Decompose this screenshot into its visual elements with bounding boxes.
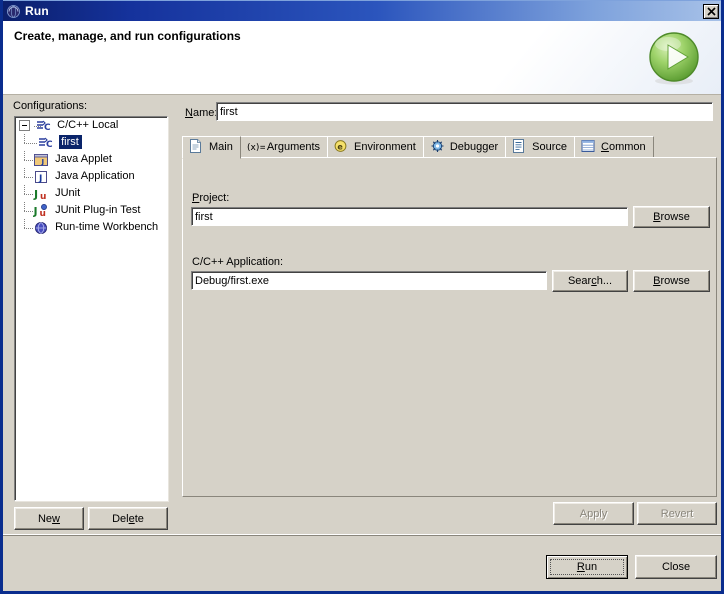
application-input[interactable] [191,271,547,290]
tree-item-label: Java Applet [55,153,112,165]
tab-common[interactable]: Common [574,136,654,158]
junit-icon: J u [33,186,49,202]
tree-item-junit[interactable]: J u JUnit [15,185,167,202]
configurations-label: Configurations: [13,100,88,112]
title-bar: Run [3,0,721,21]
tree-item-cpp-local[interactable]: C C/C++ Local [15,117,167,134]
tab-label: Source [532,141,567,153]
common-table-icon [581,139,597,153]
main-tab-panel: Project: Browse C/C++ Application: Searc… [182,157,717,497]
tree-expander-icon[interactable] [19,120,30,131]
tab-debugger[interactable]: Debugger [422,136,507,158]
svg-text:e: e [337,143,343,152]
run-configurations-dialog: Run Create, manage, and run configuratio… [0,0,724,594]
svg-text:J: J [33,205,38,218]
svg-text:(x)=: (x)= [247,143,265,153]
java-applet-icon: J [33,152,49,168]
application-label: C/C++ Application: [192,256,284,268]
tree-item-java-application[interactable]: J Java Application [15,168,167,185]
cpp-config-icon: C [35,118,51,134]
tree-item-java-applet[interactable]: J Java Applet [15,151,167,168]
svg-text:u: u [40,209,46,219]
dialog-banner: Create, manage, and run configurations [3,21,721,95]
project-browse-button[interactable]: Browse [633,206,710,228]
tab-label: Debugger [449,141,499,153]
tree-item-label: JUnit Plug-in Test [55,204,141,216]
tab-label: Arguments [266,141,321,153]
run-button[interactable]: Run [546,555,628,579]
tab-environment[interactable]: e Environment [327,136,424,158]
environment-circle-icon: e [334,139,350,153]
application-search-button[interactable]: Search... [552,270,628,292]
page-title: Create, manage, and run configurations [14,29,241,43]
document-icon [189,139,205,153]
junit-plugin-icon: J u [33,203,49,219]
tab-label: Common [601,141,646,153]
window-title: Run [25,4,49,18]
svg-text:C: C [46,140,53,150]
tab-source[interactable]: Source [505,136,575,158]
source-list-icon [512,139,528,153]
tab-label: Environment [354,141,416,153]
delete-button[interactable]: Delete [88,507,168,530]
eclipse-run-icon [7,5,20,18]
tree-item-label: C/C++ Local [57,119,119,131]
close-button[interactable]: Close [635,555,717,579]
tree-item-label: JUnit [55,187,81,199]
tab-strip: Main (x)= Arguments e Environment Debugg… [182,136,717,159]
project-input[interactable] [191,207,628,226]
name-label: Name: [185,107,218,119]
close-icon[interactable] [703,4,719,19]
dialog-footer: Run Close [3,534,721,588]
bug-debugger-icon [430,139,446,153]
tree-item-label: Run-time Workbench [55,221,159,233]
name-input[interactable] [216,102,713,121]
tab-label: Main [209,141,233,153]
cpp-config-icon: C [37,135,53,151]
tree-item-label: Java Application [55,170,135,182]
tree-item-junit-plugin-test[interactable]: J u JUnit Plug-in Test [15,202,167,219]
tree-item-label: first [59,135,82,149]
java-application-icon: J [33,169,49,185]
focus-ring [550,559,624,575]
svg-text:J: J [38,174,42,184]
dialog-body: Configurations: C C/C++ Local C first J … [3,96,721,534]
tab-main[interactable]: Main [182,136,241,159]
project-label: Project: [192,192,230,204]
new-button[interactable]: New [14,507,84,530]
apply-button[interactable]: Apply [553,502,634,525]
svg-text:J: J [33,188,38,201]
configurations-tree[interactable]: C C/C++ Local C first J Java Applet J Ja… [14,116,168,501]
svg-text:J: J [41,158,45,166]
revert-button[interactable]: Revert [637,502,717,525]
svg-text:u: u [40,192,46,202]
svg-text:C: C [44,123,51,133]
variable-xequals-icon: (x)= [247,139,267,153]
runtime-workbench-icon [33,220,49,236]
application-browse-button[interactable]: Browse [633,270,710,292]
tree-item-runtime-workbench[interactable]: Run-time Workbench [15,219,167,236]
tree-item-first[interactable]: C first [15,134,167,151]
green-run-play-icon [645,29,703,87]
tab-arguments[interactable]: (x)= Arguments [239,136,329,158]
